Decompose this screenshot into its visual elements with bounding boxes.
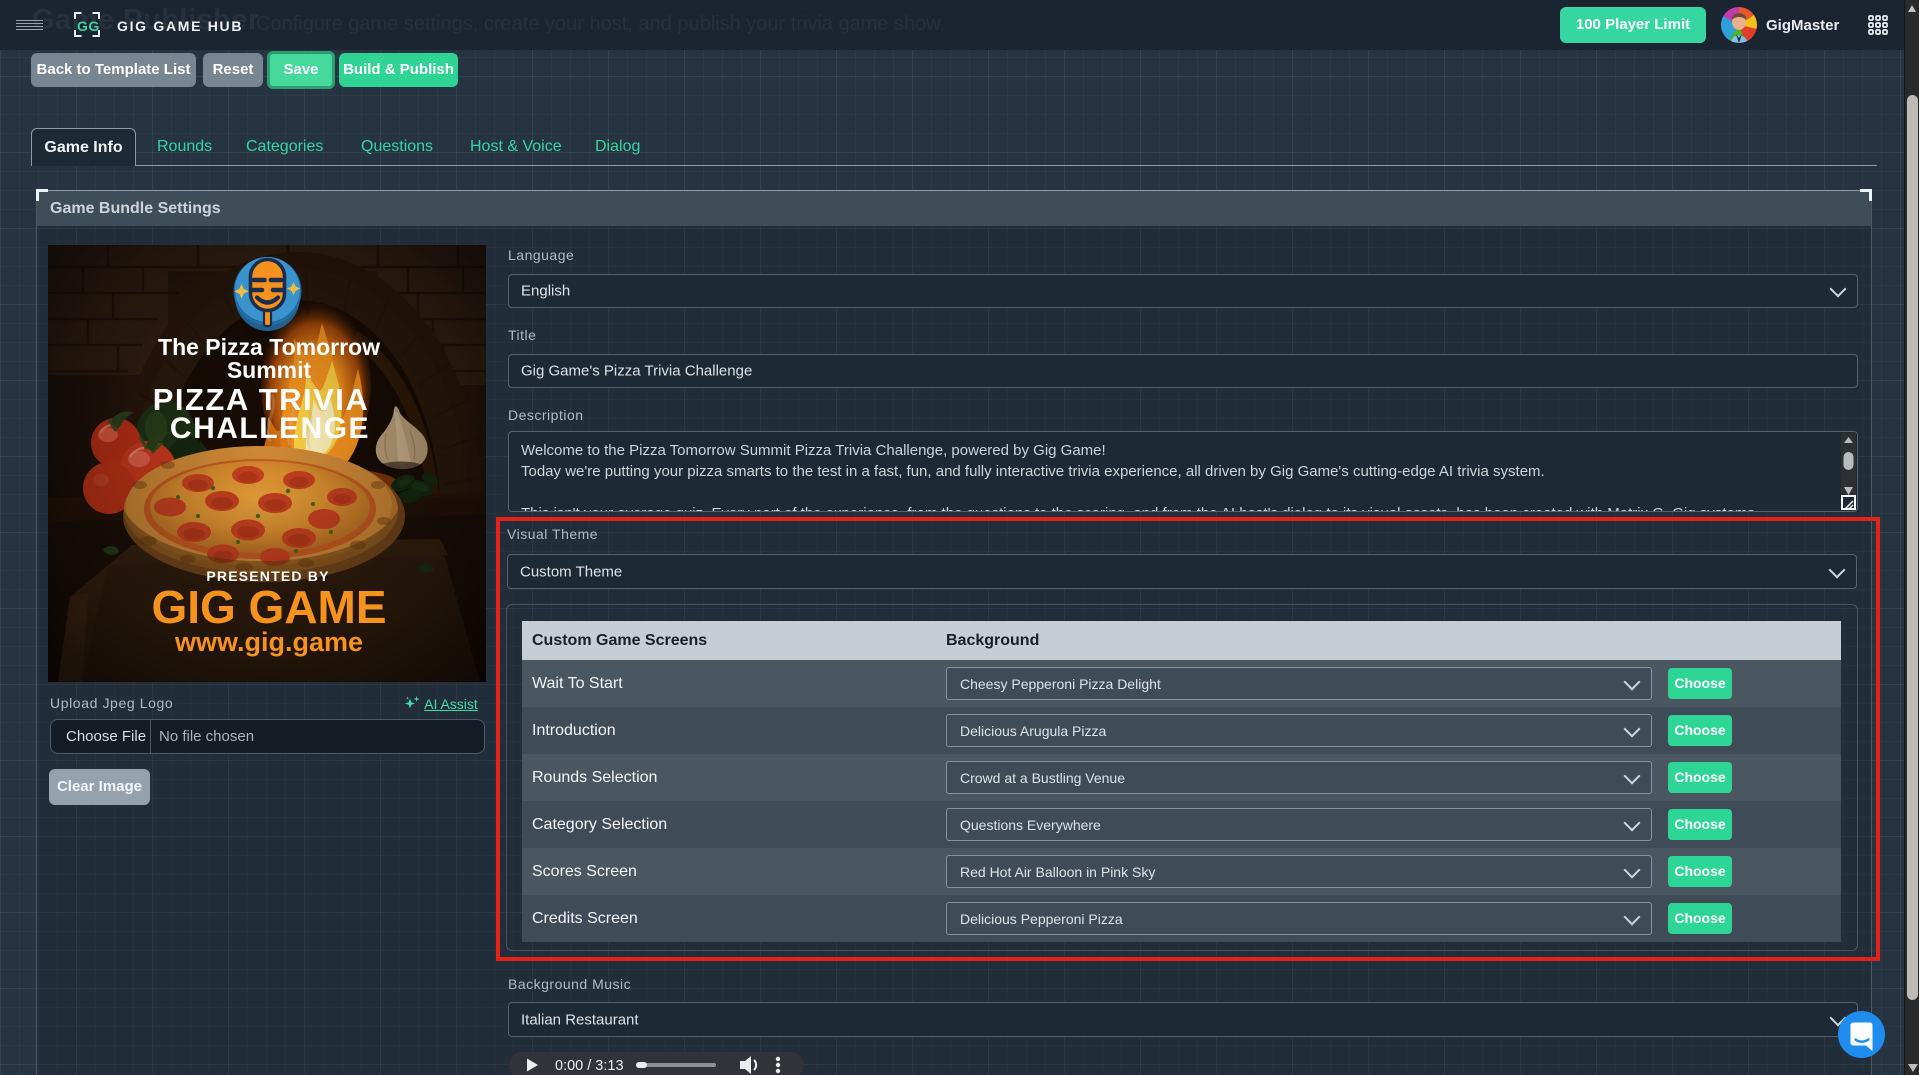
svg-text:CHALLENGE: CHALLENGE [170,412,370,445]
svg-text:GIG GAME: GIG GAME [151,581,386,633]
svg-text:www.gig.game: www.gig.game [174,627,363,657]
svg-text:0:00 / 3:13: 0:00 / 3:13 [555,1058,624,1074]
svg-text:Summit: Summit [227,357,312,383]
